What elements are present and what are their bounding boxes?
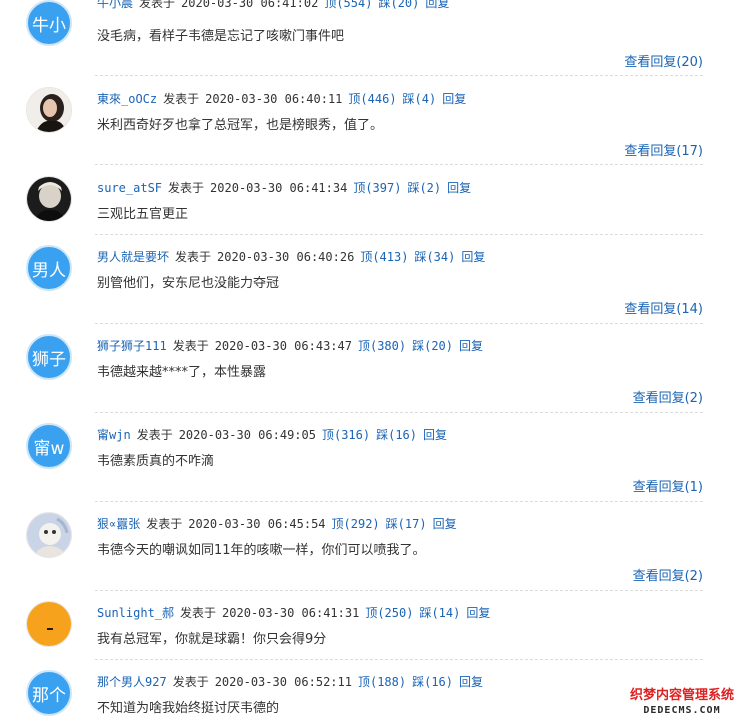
upvote-button[interactable]: 顶(292) [332, 517, 380, 531]
username-link[interactable]: 東來_oOCz [97, 92, 157, 106]
posted-label: 发表于 [136, 428, 173, 442]
avatar[interactable]: 那个 [26, 670, 72, 716]
divider [95, 234, 703, 235]
comment-text: 别管他们，安东尼也没能力夺冠 [97, 276, 280, 291]
divider [95, 501, 703, 502]
posted-label: 发表于 [163, 92, 200, 106]
comment-text: 不知道为啥我始终挺讨厌韦德的 [97, 701, 280, 716]
reply-button[interactable]: 回复 [466, 606, 490, 620]
comment-text: 我有总冠军，你就是球霸！你只会得9分 [97, 632, 327, 647]
divider [95, 75, 703, 76]
downvote-button[interactable]: 踩(4) [403, 92, 437, 106]
comment-text: 三观比五官更正 [97, 207, 189, 222]
upvote-button[interactable]: 顶(250) [365, 606, 413, 620]
posted-label: 发表于 [168, 181, 205, 195]
username-link[interactable]: 牛小晨 [97, 0, 133, 10]
avatar[interactable]: 甯w [26, 423, 72, 469]
reply-button[interactable]: 回复 [433, 517, 457, 531]
downvote-button[interactable]: 踩(34) [414, 250, 455, 264]
downvote-button[interactable]: 踩(17) [386, 517, 427, 531]
user-photo-icon[interactable] [26, 601, 72, 647]
upvote-button[interactable]: 顶(413) [360, 250, 408, 264]
post-time: 2020-03-30 06:43:47 [214, 339, 352, 353]
downvote-button[interactable]: 踩(14) [419, 606, 460, 620]
reply-button[interactable]: 回复 [442, 92, 466, 106]
comment-text: 韦德越来越****了，本性暴露 [97, 365, 267, 380]
username-link[interactable]: 狮子狮子111 [97, 339, 167, 353]
view-replies-link[interactable]: 查看回复(14) [624, 301, 703, 319]
comment-text: 没毛病，看样子韦德是忘记了咳嗽门事件吧 [97, 29, 345, 44]
avatar[interactable]: 牛小 [26, 0, 72, 46]
view-replies-link[interactable]: 查看回复(1) [633, 479, 703, 497]
upvote-button[interactable]: 顶(446) [348, 92, 396, 106]
divider [95, 659, 703, 660]
username-link[interactable]: sure_atSF [97, 181, 162, 195]
username-link[interactable]: 男人就是要坏 [97, 250, 169, 264]
comment-meta: 甯wjn 发表于 2020-03-30 06:49:05 顶(316) 踩(16) 回复 [97, 426, 453, 444]
divider [95, 164, 703, 165]
view-replies-link[interactable]: 查看回复(2) [633, 390, 703, 408]
divider [95, 323, 703, 324]
upvote-button[interactable]: 顶(554) [324, 0, 372, 10]
posted-label: 发表于 [146, 517, 183, 531]
divider [95, 590, 703, 591]
comment-text: 米利西奇好歹也拿了总冠军，也是榜眼秀，值了。 [97, 118, 384, 133]
post-time: 2020-03-30 06:41:02 [181, 0, 319, 10]
upvote-button[interactable]: 顶(188) [358, 675, 406, 689]
post-time: 2020-03-30 06:41:34 [210, 181, 348, 195]
user-photo-icon[interactable] [26, 176, 72, 222]
avatar[interactable]: 男人 [26, 245, 72, 291]
username-link[interactable]: Sunlight_郝 [97, 606, 174, 620]
post-time: 2020-03-30 06:49:05 [178, 428, 316, 442]
post-time: 2020-03-30 06:52:11 [214, 675, 352, 689]
view-replies-link[interactable]: 查看回复(20) [624, 54, 703, 72]
upvote-button[interactable]: 顶(316) [322, 428, 370, 442]
view-replies-link[interactable]: 查看回复(2) [633, 568, 703, 586]
post-time: 2020-03-30 06:40:26 [217, 250, 355, 264]
comment-meta: 那个男人927 发表于 2020-03-30 06:52:11 顶(188) 踩(16)… [97, 673, 489, 691]
user-photo-icon[interactable] [26, 512, 72, 558]
posted-label: 发表于 [172, 339, 209, 353]
upvote-button[interactable]: 顶(397) [353, 181, 401, 195]
comment-meta: Sunlight_郝 发表于 2020-03-30 06:41:31 顶(250) 踩(… [97, 604, 496, 622]
downvote-button[interactable]: 踩(16) [376, 428, 417, 442]
view-replies-link[interactable]: 查看回复(17) [624, 143, 703, 161]
downvote-button[interactable]: 踩(20) [412, 339, 453, 353]
username-link[interactable]: 甯wjn [97, 428, 131, 442]
post-time: 2020-03-30 06:40:11 [205, 92, 343, 106]
reply-button[interactable]: 回复 [447, 181, 471, 195]
posted-label: 发表于 [139, 0, 176, 10]
username-link[interactable]: 狠∝囂张 [97, 517, 140, 531]
comment-meta: 男人就是要坏 发表于 2020-03-30 06:40:26 顶(413) 踩(34) 回… [97, 248, 491, 266]
downvote-button[interactable]: 踩(16) [412, 675, 453, 689]
username-link[interactable]: 那个男人927 [97, 675, 167, 689]
downvote-button[interactable]: 踩(2) [407, 181, 441, 195]
divider [95, 412, 703, 413]
downvote-button[interactable]: 踩(20) [378, 0, 419, 10]
user-photo-icon[interactable] [26, 87, 72, 133]
comment-meta: 狠∝囂张 发表于 2020-03-30 06:45:54 顶(292) 踩(17) 回复 [97, 515, 463, 533]
reply-button[interactable]: 回复 [459, 675, 483, 689]
comment-meta: 狮子狮子111 发表于 2020-03-30 06:43:47 顶(380) 踩(20)… [97, 337, 489, 355]
comment-list: 牛小 牛小晨 发表于 2020-03-30 06:41:02 顶(554) 踩(20) 回… [0, 0, 740, 724]
upvote-button[interactable]: 顶(380) [358, 339, 406, 353]
post-time: 2020-03-30 06:45:54 [188, 517, 326, 531]
reply-button[interactable]: 回复 [461, 250, 485, 264]
comment-text: 韦德素质真的不咋滴 [97, 454, 215, 469]
comment-text: 韦德今天的嘲讽如同11年的咳嗽一样，你们可以喷我了。 [97, 543, 426, 558]
posted-label: 发表于 [172, 675, 209, 689]
posted-label: 发表于 [175, 250, 212, 264]
comment-meta: 牛小晨 发表于 2020-03-30 06:41:02 顶(554) 踩(20) 回复 [97, 0, 455, 12]
avatar[interactable]: 狮子 [26, 334, 72, 380]
post-time: 2020-03-30 06:41:31 [222, 606, 360, 620]
comment-meta: sure_atSF 发表于 2020-03-30 06:41:34 顶(397) 踩(2… [97, 179, 477, 197]
reply-button[interactable]: 回复 [459, 339, 483, 353]
posted-label: 发表于 [180, 606, 217, 620]
reply-button[interactable]: 回复 [423, 428, 447, 442]
comment-meta: 東來_oOCz 发表于 2020-03-30 06:40:11 顶(446) 踩(4) 回… [97, 90, 472, 108]
reply-button[interactable]: 回复 [425, 0, 449, 10]
